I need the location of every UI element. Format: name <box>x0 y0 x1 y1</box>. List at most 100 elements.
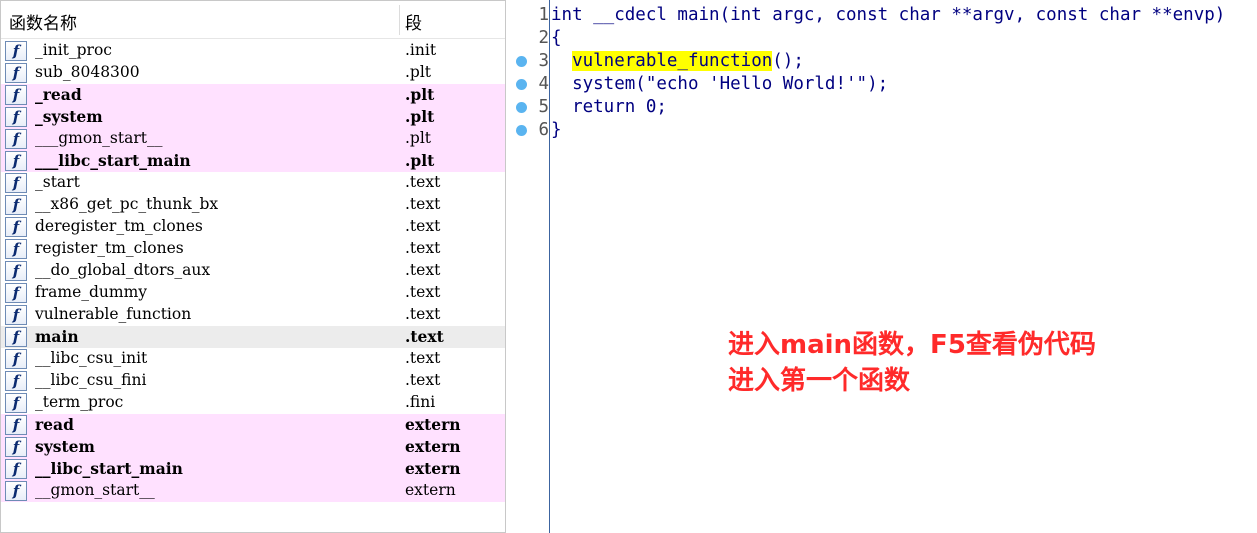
function-name: _start <box>35 173 80 191</box>
function-name: ___libc_start_main <box>35 151 191 170</box>
function-segment: extern <box>405 481 456 499</box>
function-name: __gmon_start__ <box>35 481 155 499</box>
function-segment: .text <box>405 283 441 301</box>
function-icon: f <box>5 371 27 391</box>
function-name: main <box>35 327 79 346</box>
function-name: _term_proc <box>35 393 124 411</box>
code-line[interactable]: 1 int __cdecl main(int argc, const char *… <box>507 4 1257 27</box>
function-row[interactable]: f ___libc_start_main .plt <box>1 150 505 172</box>
function-segment: .text <box>405 239 441 257</box>
function-segment: .plt <box>405 107 435 126</box>
function-name: __do_global_dtors_aux <box>35 261 211 279</box>
function-icon: f <box>5 393 27 413</box>
function-row[interactable]: f sub_8048300 .plt <box>1 62 505 84</box>
function-row[interactable]: f ___gmon_start__ .plt <box>1 128 505 150</box>
code-line[interactable]: 3 vulnerable_function(); <box>507 50 1257 73</box>
function-segment: .text <box>405 261 441 279</box>
function-row[interactable]: f __x86_get_pc_thunk_bx .text <box>1 194 505 216</box>
code-text: { <box>551 28 562 48</box>
code-text: return 0; <box>551 97 667 117</box>
breakpoint-dot-icon[interactable] <box>516 56 527 67</box>
code-segment: (); <box>772 51 804 71</box>
code-text: int __cdecl main(int argc, const char **… <box>551 5 1225 25</box>
code-line[interactable]: 2{ <box>507 27 1257 50</box>
column-header-segment[interactable]: 段 <box>405 9 422 34</box>
function-segment: .text <box>405 217 441 235</box>
function-name: __libc_csu_fini <box>35 371 147 389</box>
line-number: 3 <box>538 51 549 71</box>
function-name: __libc_start_main <box>35 459 183 478</box>
function-list-header: 函数名称 段 <box>1 1 505 39</box>
function-row[interactable]: f frame_dummy .text <box>1 282 505 304</box>
function-row[interactable]: f _term_proc .fini <box>1 392 505 414</box>
function-icon: f <box>5 217 27 237</box>
highlighted-identifier[interactable]: vulnerable_function <box>572 51 773 71</box>
function-row[interactable]: f _system .plt <box>1 106 505 128</box>
function-row[interactable]: f vulnerable_function .text <box>1 304 505 326</box>
function-segment: .text <box>405 327 444 346</box>
tutorial-annotation: 进入main函数，F5查看伪代码 进入第一个函数 <box>728 327 1096 399</box>
function-row[interactable]: f __do_global_dtors_aux .text <box>1 260 505 282</box>
function-icon: f <box>5 151 27 171</box>
function-name: __libc_csu_init <box>35 349 148 367</box>
function-row[interactable]: f _init_proc .init <box>1 40 505 62</box>
line-number: 4 <box>538 74 549 94</box>
function-icon: f <box>5 283 27 303</box>
code-line[interactable]: 5 return 0; <box>507 96 1257 119</box>
function-icon: f <box>5 85 27 105</box>
function-row[interactable]: f deregister_tm_clones .text <box>1 216 505 238</box>
function-row[interactable]: f _start .text <box>1 172 505 194</box>
function-name: deregister_tm_clones <box>35 217 203 235</box>
code-line[interactable]: 6} <box>507 119 1257 142</box>
function-row[interactable]: f read extern <box>1 414 505 436</box>
function-row[interactable]: f __libc_csu_init .text <box>1 348 505 370</box>
function-segment: .plt <box>405 151 435 170</box>
function-segment: extern <box>405 415 461 434</box>
code-segment: { <box>551 28 562 48</box>
code-segment: return 0; <box>551 97 667 117</box>
code-text: system("echo 'Hello World!'"); <box>551 74 888 94</box>
function-list: f _init_proc .init f sub_8048300 .plt f _read .p… <box>1 40 505 502</box>
function-name: frame_dummy <box>35 283 148 301</box>
pseudocode-pane[interactable]: 1 int __cdecl main(int argc, const char *… <box>507 0 1257 533</box>
function-row[interactable]: f main .text <box>1 326 505 348</box>
function-segment: .text <box>405 195 441 213</box>
function-icon: f <box>5 415 27 435</box>
breakpoint-dot-icon[interactable] <box>516 102 527 113</box>
code-text: } <box>551 120 562 140</box>
function-icon: f <box>5 459 27 479</box>
function-segment: .text <box>405 305 441 323</box>
annotation-line-1: 进入main函数，F5查看伪代码 <box>728 330 1096 360</box>
function-row[interactable]: f register_tm_clones .text <box>1 238 505 260</box>
function-name: sub_8048300 <box>35 63 140 81</box>
function-row[interactable]: f __libc_csu_fini .text <box>1 370 505 392</box>
line-number: 1 <box>538 5 549 25</box>
function-icon: f <box>5 437 27 457</box>
function-segment: .fini <box>405 393 436 411</box>
function-icon: f <box>5 481 27 501</box>
function-name: system <box>35 437 95 456</box>
function-row[interactable]: f __libc_start_main extern <box>1 458 505 480</box>
code-segment: system("echo 'Hello World!'"); <box>551 74 889 94</box>
function-row[interactable]: f __gmon_start__ extern <box>1 480 505 502</box>
function-name: vulnerable_function <box>35 305 192 323</box>
function-segment: .plt <box>405 129 432 147</box>
line-number: 5 <box>538 97 549 117</box>
code-text: vulnerable_function(); <box>551 51 804 71</box>
code-segment: } <box>551 120 562 140</box>
line-number: 2 <box>538 28 549 48</box>
annotation-line-2: 进入第一个函数 <box>728 366 911 396</box>
function-segment: .text <box>405 173 441 191</box>
function-row[interactable]: f _read .plt <box>1 84 505 106</box>
breakpoint-dot-icon[interactable] <box>516 125 527 136</box>
function-segment: .plt <box>405 63 432 81</box>
function-icon: f <box>5 41 27 61</box>
function-row[interactable]: f system extern <box>1 436 505 458</box>
function-segment: .plt <box>405 85 435 104</box>
column-header-function-name[interactable]: 函数名称 <box>9 9 77 34</box>
column-divider[interactable] <box>399 5 400 35</box>
breakpoint-dot-icon[interactable] <box>516 79 527 90</box>
function-name: __x86_get_pc_thunk_bx <box>35 195 219 213</box>
code-line[interactable]: 4 system("echo 'Hello World!'"); <box>507 73 1257 96</box>
